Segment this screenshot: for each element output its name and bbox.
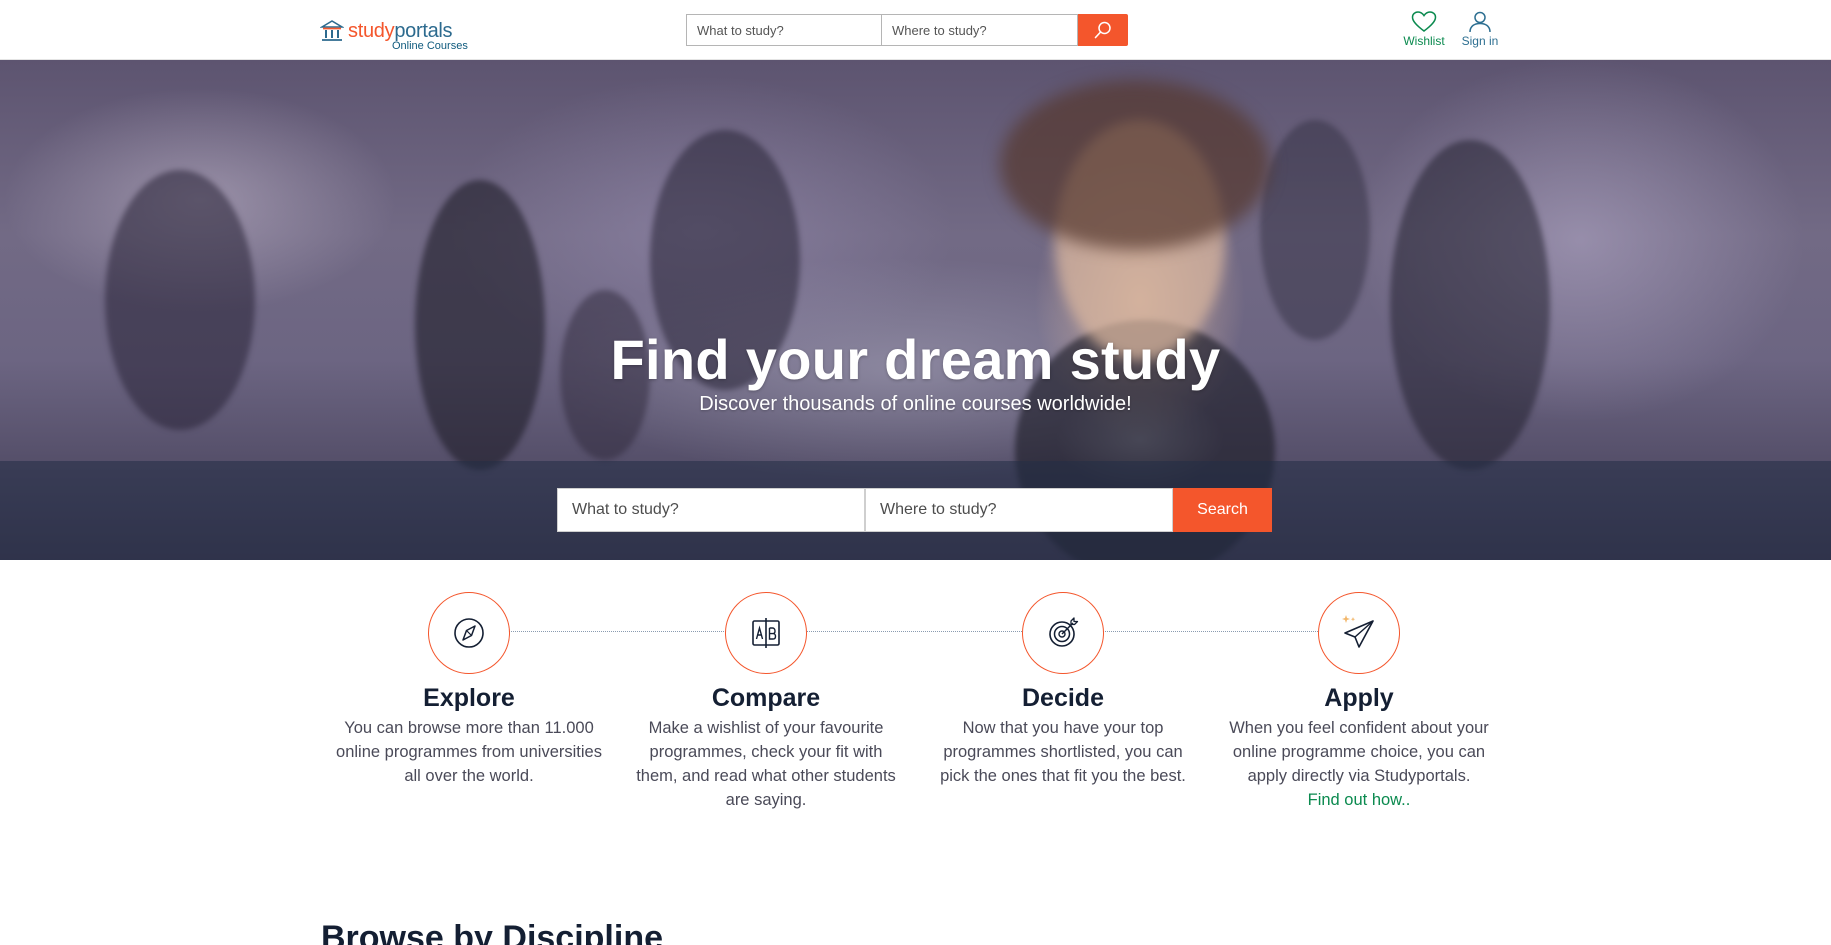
- paper-plane-icon: [1342, 615, 1374, 648]
- logo-subtitle: Online Courses: [392, 40, 468, 52]
- compass-icon: [454, 618, 484, 648]
- site-header: studyportals Online Courses Wishlist Sig…: [0, 0, 1831, 60]
- hero-search: Search: [557, 488, 1272, 532]
- hero-background-figure: [1000, 80, 1270, 250]
- step-compare: Compare Make a wishlist of your favourit…: [631, 592, 901, 812]
- sign-in-link[interactable]: Sign in: [1456, 11, 1504, 48]
- search-icon: [1094, 21, 1111, 39]
- header-search: [686, 14, 1128, 46]
- step-title: Explore: [423, 684, 515, 712]
- hero-title: Find your dream study: [610, 328, 1221, 391]
- header-search-button[interactable]: [1078, 14, 1128, 46]
- studyportals-logo[interactable]: studyportals Online Courses: [320, 17, 470, 53]
- header-where-input[interactable]: [882, 14, 1078, 46]
- step-icon-circle: [428, 592, 510, 674]
- wishlist-link[interactable]: Wishlist: [1398, 11, 1450, 48]
- sign-in-label: Sign in: [1461, 34, 1499, 48]
- step-description: Now that you have your top programmes sh…: [940, 719, 1186, 785]
- browse-by-discipline-heading: Browse by Discipline: [321, 919, 663, 945]
- hero-background-figure: [1260, 120, 1370, 340]
- step-description: You can browse more than 11.000 online p…: [336, 719, 602, 785]
- step-description: When you feel confident about your onlin…: [1224, 716, 1494, 812]
- step-icon-circle: [1022, 592, 1104, 674]
- step-icon-circle: [725, 592, 807, 674]
- step-title: Decide: [1022, 684, 1104, 712]
- compare-icon: [752, 618, 780, 648]
- heart-icon: [1411, 11, 1437, 32]
- step-icon-circle: [1318, 592, 1400, 674]
- user-icon: [1469, 11, 1491, 33]
- header-what-input[interactable]: [686, 14, 882, 46]
- university-building-icon: [320, 20, 344, 41]
- step-title: Compare: [711, 684, 821, 712]
- step-description: Make a wishlist of your favourite progra…: [636, 719, 896, 809]
- wishlist-label: Wishlist: [1403, 34, 1445, 48]
- step-title: Apply: [1324, 684, 1394, 712]
- step-description-text: When you feel confident about your onlin…: [1229, 719, 1489, 785]
- hero-subtitle: Discover thousands of online courses wor…: [699, 393, 1132, 415]
- hero-search-button[interactable]: Search: [1173, 488, 1272, 532]
- hero-banner: Find your dream study Discover thousands…: [0, 60, 1831, 560]
- step-decide: Decide Now that you have your top progra…: [928, 592, 1198, 788]
- target-icon: [1049, 617, 1079, 647]
- hero-background-figure: [1390, 140, 1550, 470]
- hero-what-input[interactable]: [557, 488, 865, 532]
- hero-background-figure: [415, 180, 545, 470]
- step-apply: Apply When you feel confident about your…: [1224, 592, 1494, 812]
- hero-where-input[interactable]: [865, 488, 1173, 532]
- step-explore: Explore You can browse more than 11.000 …: [334, 592, 604, 788]
- find-out-how-link[interactable]: Find out how..: [1308, 788, 1411, 812]
